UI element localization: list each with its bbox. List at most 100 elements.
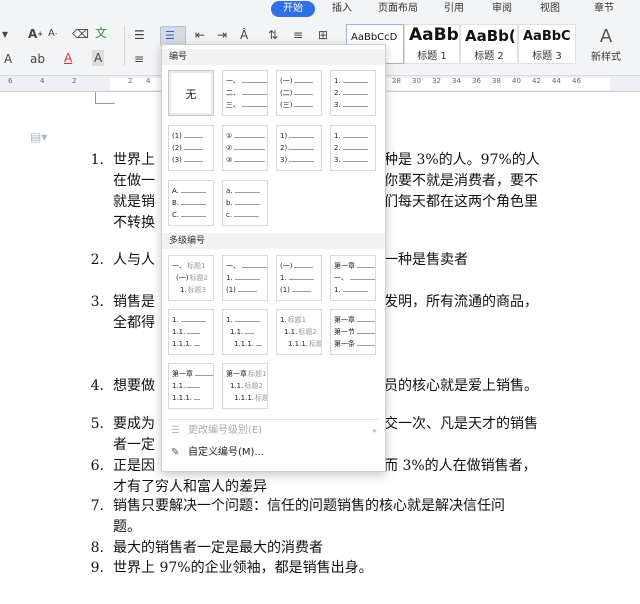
style-heading-3[interactable]: AaBbC 标题 3 — [518, 24, 576, 64]
indent-level-icon: ☰ — [171, 425, 180, 436]
dropdown-arrow-icon[interactable]: ▾ — [2, 26, 8, 42]
preview-line: (三) — [280, 100, 314, 111]
numbering-option[interactable]: a. b. c. — [222, 180, 268, 226]
number-marker: 一、 — [226, 262, 240, 270]
tab-review[interactable]: 审阅 — [484, 1, 520, 17]
tab-home[interactable]: 开始 — [271, 1, 315, 17]
preview-rule — [181, 216, 207, 217]
number-marker: b. — [226, 199, 233, 207]
document-nav-icon[interactable]: ▤▾ — [30, 130, 47, 144]
change-numbering-level-item[interactable]: ☰ 更改编号级别(E) ▸ — [162, 420, 385, 442]
line-spacing-icon[interactable]: ≡ — [293, 27, 303, 43]
numbering-option[interactable]: ① ② ③ — [222, 125, 268, 171]
numbering-option[interactable]: 1. 2. 3. — [330, 70, 376, 116]
table-icon[interactable]: ⊞ — [318, 27, 328, 43]
preview-line: 3. — [334, 155, 368, 166]
paragraph-text: 最大的销售者一定是最大的消费者 — [113, 540, 323, 556]
align-left-icon[interactable]: ≡ — [134, 51, 144, 67]
tab-page-layout[interactable]: 页面布局 — [372, 1, 424, 17]
preview-rule — [342, 82, 368, 83]
preview-line: a. — [226, 186, 260, 197]
tab-references[interactable]: 引用 — [436, 1, 472, 17]
list-number: 1. — [90, 152, 104, 168]
new-style-label: 新样式 — [591, 52, 621, 63]
text-effect-icon[interactable]: A — [4, 51, 12, 67]
numbering-option[interactable]: 1. 2. 3. — [330, 125, 376, 171]
preview-line: 一、 — [334, 273, 375, 284]
preview-line: b. — [226, 198, 260, 209]
clear-format-icon[interactable]: ⌫ — [72, 26, 89, 42]
numbering-option[interactable]: 1) 2) 3) — [276, 125, 322, 171]
heading-label: 标题3 — [309, 340, 321, 348]
numbering-option[interactable]: 一、 二、 三、 — [222, 70, 268, 116]
paragraph-text: 题。 — [113, 519, 141, 535]
number-marker: 1.1.1. — [234, 394, 255, 402]
paragraph-text: 你要不就是消费者，要不 — [384, 173, 538, 189]
preview-rule — [242, 82, 267, 83]
style-heading-2[interactable]: AaBb( 标题 2 — [460, 24, 518, 64]
number-marker: 三、 — [226, 101, 240, 109]
numbering-option[interactable]: (一) (二) (三) — [276, 70, 322, 116]
preview-line: 二、 — [226, 88, 267, 99]
number-marker: 1.1.1. — [234, 340, 255, 348]
tab-chapter[interactable]: 章节 — [584, 1, 624, 17]
number-marker: 1. — [172, 316, 179, 324]
preview-line: 1. — [280, 273, 314, 284]
style-heading-1[interactable]: AaBb 标题 1 — [404, 24, 460, 64]
preview-line: 第一章 — [172, 369, 213, 380]
multilevel-option[interactable]: 一、 1. (1) — [222, 255, 268, 301]
ruler-number: 40 — [512, 77, 521, 85]
number-marker: 2. — [334, 144, 341, 152]
preview-rule — [183, 137, 203, 138]
font-grow-icon[interactable]: A+ — [28, 26, 43, 42]
sort-icon[interactable]: ⇅ — [268, 27, 278, 43]
ruler-number: 2 — [72, 77, 77, 85]
font-color-icon[interactable]: A — [64, 50, 72, 66]
font-shrink-icon[interactable]: A- — [48, 26, 57, 42]
multilevel-option[interactable]: 1. 1.1. 1.1.1. — [222, 309, 268, 355]
ruler-number: 4 — [40, 77, 45, 85]
multilevel-option[interactable]: 第一章 一、 1. — [330, 255, 376, 301]
paragraph-text: 而 3%的人在做销售者， — [384, 458, 537, 474]
preview-rule — [234, 192, 260, 193]
numbering-option-none[interactable]: 无 — [168, 70, 214, 116]
preview-line: 一、标题1 — [172, 261, 205, 272]
decrease-indent-icon[interactable]: ⇤ — [195, 27, 205, 43]
tab-insert[interactable]: 插入 — [322, 1, 362, 17]
number-marker: 第一节 — [334, 328, 355, 336]
tab-view[interactable]: 视图 — [532, 1, 568, 17]
page-corner-mark — [95, 103, 115, 104]
multilevel-option[interactable]: 一、标题1 (一)标题2 1.标题3 — [168, 255, 214, 301]
highlight-icon[interactable]: ab — [30, 51, 45, 67]
new-style-button[interactable]: A 新样式 — [584, 26, 628, 63]
phonetic-icon[interactable]: 文 — [95, 25, 107, 41]
preview-rule — [242, 267, 267, 268]
bullet-list-icon[interactable]: ☰ — [134, 27, 145, 43]
number-marker: 1) — [280, 132, 288, 140]
pencil-icon: ✎ — [171, 447, 180, 458]
chinese-layout-icon[interactable]: A͏̂ — [240, 27, 248, 43]
new-style-icon: A — [599, 26, 613, 47]
char-shading-icon[interactable]: A — [92, 50, 105, 66]
preview-line: C. — [172, 210, 207, 221]
preview-line: 1.1. — [172, 381, 201, 392]
multilevel-option[interactable]: (一) 1. (1) — [276, 255, 322, 301]
style-name: 标题 3 — [532, 51, 562, 62]
multilevel-option[interactable]: 第一章 第一节 第一条 — [330, 309, 376, 355]
multilevel-option[interactable]: 1. 1.1. 1.1.1. — [168, 309, 214, 355]
preview-rule — [180, 321, 206, 322]
ribbon-separator — [124, 26, 125, 66]
preview-line: (一)标题2 — [176, 273, 208, 284]
numbering-option[interactable]: A. B. C. — [168, 180, 214, 226]
custom-numbering-label: 自定义编号(M)... — [188, 447, 264, 458]
multilevel-option[interactable]: 第一章 1.1. 1.1.1. — [168, 363, 214, 409]
multilevel-option[interactable]: 第一章标题11.1.标题21.1.1.标题3 — [222, 363, 268, 409]
custom-numbering-item[interactable]: ✎ 自定义编号(M)... — [162, 442, 385, 464]
multilevel-option[interactable]: 1.标题11.1.标题21.1.1.标题3 — [276, 309, 322, 355]
preview-line: 1. — [172, 315, 206, 326]
preview-rule — [245, 333, 255, 334]
numbering-option[interactable]: (1) (2) (3) — [168, 125, 214, 171]
increase-indent-icon[interactable]: ⇥ — [217, 27, 227, 43]
number-marker: 第一章 — [334, 262, 355, 270]
number-marker: (一) — [280, 77, 293, 85]
